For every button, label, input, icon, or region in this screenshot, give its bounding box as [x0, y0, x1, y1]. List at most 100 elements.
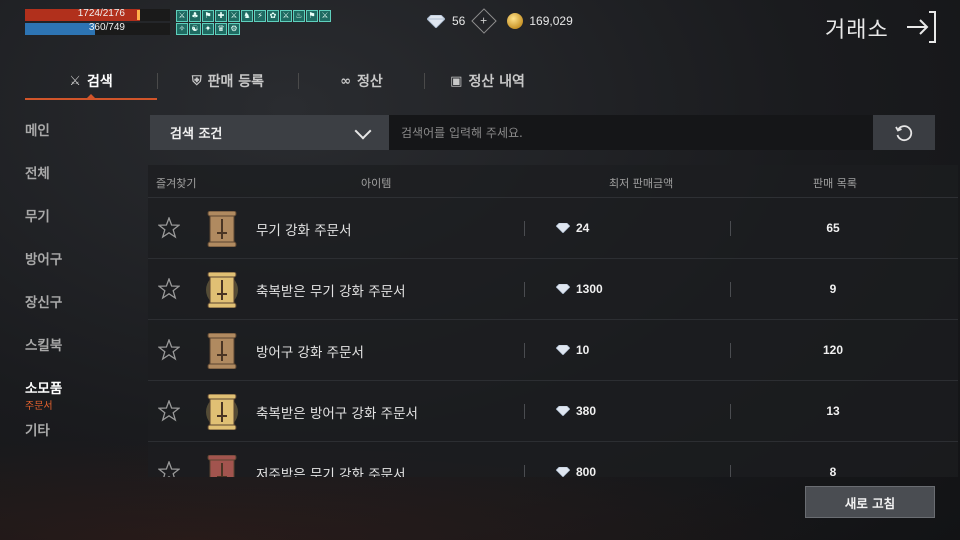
reset-search-button[interactable] [873, 115, 935, 150]
tab-search[interactable]: ⚔ 검색 [25, 62, 157, 100]
buff-icon: ⚔ [319, 10, 331, 22]
armor-scroll-icon [207, 333, 237, 369]
reset-icon [895, 124, 913, 141]
listing-count: 65 [826, 221, 840, 235]
item-name: 저주받은 무기 강화 주문서 [256, 467, 406, 477]
box-icon: ▣ [450, 73, 463, 89]
buff-icon: ⚔ [176, 10, 188, 22]
header-min-price: 최저 판매금액 [609, 177, 674, 190]
table-row[interactable]: 무기 강화 주문서 24 65 [148, 198, 958, 259]
diamond-icon [556, 467, 570, 477]
buff-icon: ✦ [202, 23, 214, 35]
buff-icons: ⚔ ♣ ⚑ ✚ ⚔ ♞ ⚡ ✿ ⚔ ♨ ⚑ ⚔ ✧ ☯ ✦ ♛ ⚙ [176, 10, 334, 35]
table-row[interactable]: 축복받은 무기 강화 주문서 1300 9 [148, 259, 958, 320]
hp-value: 1724/2176 [77, 8, 125, 19]
tab-label: 판매 등록 [207, 74, 265, 90]
item-name: 방어구 강화 주문서 [256, 345, 364, 361]
add-diamond-button[interactable]: + [471, 8, 498, 34]
sidebar-subitem-scroll[interactable]: 주문서 [25, 399, 125, 420]
sidebar-item-all[interactable]: 전체 [25, 163, 125, 206]
favorite-star-icon[interactable] [158, 400, 180, 422]
column-divider [730, 343, 731, 358]
exit-arrow-icon[interactable] [905, 11, 937, 43]
column-divider [524, 221, 525, 236]
column-divider [524, 404, 525, 419]
favorite-star-icon[interactable] [158, 461, 180, 477]
price-value: 380 [576, 404, 597, 418]
column-divider [730, 404, 731, 419]
table-row[interactable]: 방어구 강화 주문서 10 120 [148, 320, 958, 381]
diamond-amount: 56 [452, 14, 466, 28]
favorite-star-icon[interactable] [158, 217, 180, 239]
item-name: 무기 강화 주문서 [256, 223, 352, 239]
min-price: 1300 [556, 282, 603, 296]
diamond-icon [427, 14, 445, 28]
favorite-star-icon[interactable] [158, 278, 180, 300]
sidebar-item-accessory[interactable]: 장신구 [25, 292, 125, 335]
tab-bar: ⚔ 검색 ⛨ 판매 등록 ∞ 정산 ▣ 정산 내역 [25, 62, 550, 100]
min-price: 800 [556, 465, 596, 477]
status-bars: 1724/2176 360/749 [25, 8, 170, 37]
tab-sell-register[interactable]: ⛨ 판매 등록 [158, 62, 298, 100]
buff-icon: ♨ [293, 10, 305, 22]
sidebar-item-weapon[interactable]: 무기 [25, 206, 125, 249]
buff-icon: ⚔ [280, 10, 292, 22]
buff-icon: ✚ [215, 10, 227, 22]
shield-icon: ⛨ [191, 73, 202, 89]
table-row[interactable]: 저주받은 무기 강화 주문서 800 8 [148, 442, 958, 477]
rings-icon: ∞ [340, 73, 352, 89]
listing-count: 13 [826, 404, 840, 418]
min-price: 380 [556, 404, 596, 418]
diamond-icon [556, 345, 570, 355]
sidebar-item-consumable[interactable]: 소모품 [25, 378, 125, 400]
mp-bar: 360/749 [25, 22, 170, 35]
currency-bar: 56 + 169,029 [427, 8, 573, 34]
gold-amount: 169,029 [529, 14, 573, 28]
column-divider [730, 465, 731, 477]
diamond-icon [556, 406, 570, 416]
tab-settlement[interactable]: ∞ 정산 [299, 62, 424, 100]
listing-count: 120 [822, 343, 844, 357]
buff-icon: ✿ [267, 10, 279, 22]
mp-value: 360/749 [88, 22, 125, 33]
price-value: 800 [576, 465, 597, 477]
price-value: 1300 [576, 282, 603, 296]
buff-icon: ✧ [176, 23, 188, 35]
plus-icon: + [480, 13, 488, 28]
buff-icon: ⚙ [228, 23, 240, 35]
column-divider [730, 221, 731, 236]
mp-bar-fill [25, 23, 95, 35]
hp-spark [137, 10, 140, 20]
tab-settlement-history[interactable]: ▣ 정산 내역 [425, 62, 550, 100]
table-row[interactable]: 축복받은 방어구 강화 주문서 380 13 [148, 381, 958, 442]
search-input[interactable] [389, 115, 873, 150]
favorite-star-icon[interactable] [158, 339, 180, 361]
column-divider [730, 282, 731, 297]
item-name: 축복받은 방어구 강화 주문서 [256, 406, 418, 422]
tab-label: 검색 [86, 74, 113, 90]
sidebar-item-armor[interactable]: 방어구 [25, 249, 125, 292]
min-price: 10 [556, 343, 589, 357]
header-item: 아이템 [361, 177, 392, 190]
sidebar-item-etc[interactable]: 기타 [25, 420, 125, 463]
chevron-down-icon [354, 122, 372, 140]
buff-icon: ⚑ [202, 10, 214, 22]
active-tab-caret [87, 94, 95, 98]
filter-label: 검색 조건 [170, 127, 223, 142]
buff-icon: ♛ [215, 23, 227, 35]
buff-icon: ♞ [241, 10, 253, 22]
table-header: 즐겨찾기 아이템 최저 판매금액 판매 목록 [148, 165, 958, 198]
sword-icon: ⚔ [69, 73, 81, 89]
refresh-button[interactable]: 새로 고침 [805, 486, 935, 518]
column-divider [524, 343, 525, 358]
search-filter-dropdown[interactable]: 검색 조건 [150, 115, 389, 150]
header-favorite: 즐겨찾기 [156, 177, 197, 190]
results-table: 즐겨찾기 아이템 최저 판매금액 판매 목록 무기 강화 주문서 24 65 축… [148, 165, 958, 477]
buff-icon: ♣ [189, 10, 201, 22]
buff-icon: ⚔ [228, 10, 240, 22]
gold-coin-icon [507, 13, 524, 29]
sidebar-item-skillbook[interactable]: 스킬북 [25, 335, 125, 378]
category-sidebar: 메인 전체 무기 방어구 장신구 스킬북 소모품 주문서 기타 [25, 120, 125, 463]
buff-icon: ⚡ [254, 10, 266, 22]
sidebar-item-main[interactable]: 메인 [25, 120, 125, 163]
